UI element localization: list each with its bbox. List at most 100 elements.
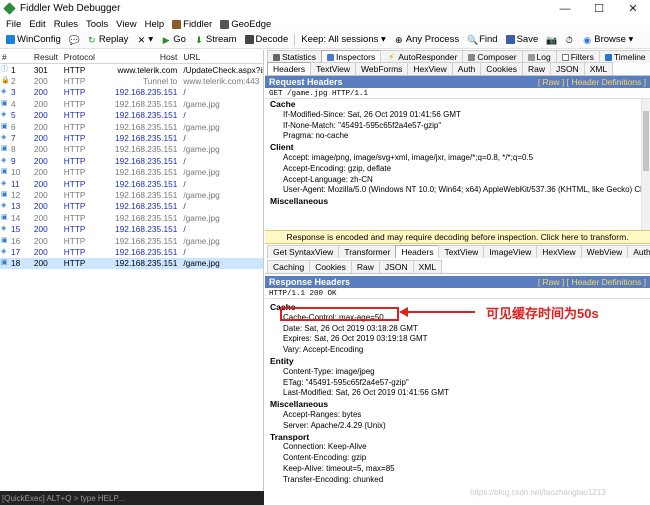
header-line[interactable]: Content-Type: image/jpeg [265,367,650,378]
screenshot-button[interactable]: 📷 [542,35,560,45]
menu-rules[interactable]: Rules [50,19,82,30]
replay-button[interactable]: ↻ Replay [83,34,133,45]
col-number[interactable]: # [0,52,32,62]
response-tab-raw[interactable]: Raw [350,260,380,273]
request-tab-webforms[interactable]: WebForms [355,62,409,75]
col-host[interactable]: Host [106,52,182,62]
request-tab-textview[interactable]: TextView [310,62,356,75]
table-row[interactable]: ▣ 10 200 HTTP 192.168.235.151/game.jpg [0,167,263,178]
request-raw-links[interactable]: [ Raw ] [ Header Definitions ] [538,77,650,87]
header-line[interactable]: Last-Modified: Sat, 26 Oct 2019 01:41:56… [265,388,650,399]
header-group-title[interactable]: Miscellaneous [265,399,650,410]
response-tab-syntaxview[interactable]: Get SyntaxView [267,245,340,258]
any-process-button[interactable]: ⊕ Any Process [390,34,463,45]
stream-button[interactable]: ⬇ Stream [190,34,241,45]
response-tab-auth[interactable]: Auth [627,245,650,258]
response-tab-xml[interactable]: XML [412,260,443,273]
timer-button[interactable]: ⏱ [560,35,578,45]
header-line[interactable]: If-Modified-Since: Sat, 26 Oct 2019 01:4… [265,110,650,121]
decode-notice-bar[interactable]: Response is encoded and may require deco… [265,230,650,244]
menu-geoedge[interactable]: GeoEdge [216,19,275,30]
remove-button[interactable]: ✕ ▾ [132,34,157,45]
menu-fiddler[interactable]: Fiddler [168,19,216,30]
table-row[interactable]: 🔒 2 200 HTTP Tunnel to www.telerik.com:443 [0,75,263,86]
col-protocol[interactable]: Protocol [62,52,106,62]
response-tab-cookies[interactable]: Cookies [309,260,352,273]
response-tab-caching[interactable]: Caching [267,260,311,273]
header-group-title[interactable]: Entity [265,356,650,367]
table-row[interactable]: ◈ 11 200 HTTP 192.168.235.151 / [0,178,263,189]
request-tab-headers[interactable]: Headers [267,62,312,75]
request-tab-raw[interactable]: Raw [522,62,552,75]
header-line[interactable]: Accept: image/png, image/svg+xml, image/… [265,153,650,164]
header-group-title[interactable]: Miscellaneous [265,196,650,207]
header-line[interactable]: Transfer-Encoding: chunked [265,475,650,486]
response-tab-transformer[interactable]: Transformer [338,245,397,258]
response-tab-json[interactable]: JSON [378,260,414,273]
header-line[interactable]: If-None-Match: "45491-595c65f2a4e57-gzip… [265,121,650,132]
menu-tools[interactable]: Tools [82,19,112,30]
decode-button[interactable]: Decode [241,34,293,45]
go-button[interactable]: ▶ Go [157,34,190,45]
header-line[interactable]: Pragma: no-cache [265,131,650,142]
comment-button[interactable]: 💬 [65,35,83,45]
request-tab-auth[interactable]: Auth [451,62,482,75]
minimize-button[interactable]: — [548,0,582,17]
table-row[interactable]: ◈ 15 200 HTTP 192.168.235.151 / [0,223,263,234]
request-tab-json[interactable]: JSON [550,62,585,75]
response-tab-textview[interactable]: TextView [438,245,485,258]
header-line[interactable]: Server: Apache/2.4.29 (Unix) [265,421,650,432]
menu-edit[interactable]: Edit [25,19,49,30]
col-url[interactable]: URL [181,52,263,62]
request-tab-hexview[interactable]: HexView [407,62,453,75]
header-line[interactable]: Date: Sat, 26 Oct 2019 03:18:28 GMT [265,324,650,335]
table-row[interactable]: ▣ 12 200 HTTP 192.168.235.151/game.jpg [0,189,263,200]
winconfig-button[interactable]: WinConfig [2,34,65,45]
header-line[interactable]: Accept-Language: zh-CN [265,175,650,186]
header-line[interactable]: Keep-Alive: timeout=5, max=85 [265,464,650,475]
response-tab-webview[interactable]: WebView [580,245,629,258]
maximize-button[interactable]: ☐ [582,0,616,17]
table-row[interactable]: ▣ 6 200 HTTP 192.168.235.151/game.jpg [0,121,263,132]
header-line[interactable]: Expires: Sat, 26 Oct 2019 03:19:18 GMT [265,334,650,345]
request-tab-xml[interactable]: XML [583,62,614,75]
col-result[interactable]: Result [32,52,62,62]
request-scrollbar[interactable] [641,99,650,240]
find-button[interactable]: 🔍 Find [463,34,501,45]
table-row[interactable]: ◈ 9 200 HTTP 192.168.235.151 / [0,155,263,166]
response-tab-headers[interactable]: Headers [395,245,440,258]
response-tab-hexview[interactable]: HexView [536,245,582,258]
header-line[interactable]: User-Agent: Mozilla/5.0 (Windows NT 10.0… [265,185,650,196]
table-row[interactable]: ▣ 8 200 HTTP 192.168.235.151/game.jpg [0,144,263,155]
request-scroll-thumb[interactable] [643,111,649,171]
menu-view[interactable]: View [112,19,140,30]
menu-help[interactable]: Help [141,19,169,30]
response-raw-links[interactable]: [ Raw ] [ Header Definitions ] [538,277,650,287]
table-row[interactable]: ▣ 18 200 HTTP 192.168.235.151/game.jpg [0,257,263,270]
header-group-title[interactable]: Client [265,142,650,153]
close-button[interactable]: ✕ [616,0,650,17]
table-row[interactable]: ◈ 13 200 HTTP 192.168.235.151 / [0,201,263,212]
table-row[interactable]: ◈ 3 200 HTTP 192.168.235.151 / [0,87,263,98]
header-line[interactable]: Content-Encoding: gzip [265,453,650,464]
quickexec-input[interactable]: [QuickExec] ALT+Q > type HELP... [0,491,264,505]
save-button[interactable]: Save [502,34,543,45]
header-line[interactable]: Vary: Accept-Encoding [265,345,650,356]
header-group-title[interactable]: Transport [265,432,650,443]
menu-file[interactable]: File [2,19,25,30]
request-tab-cookies[interactable]: Cookies [480,62,524,75]
table-row[interactable]: ◈ 7 200 HTTP 192.168.235.151 / [0,132,263,143]
header-line[interactable]: Accept-Encoding: gzip, deflate [265,164,650,175]
header-line[interactable]: Connection: Keep-Alive [265,442,650,453]
header-group-title[interactable]: Cache [265,99,650,110]
header-line[interactable]: ETag: "45491-595c65f2a4e57-gzip" [265,378,650,389]
table-row[interactable]: ◈ 5 200 HTTP 192.168.235.151 / [0,110,263,121]
keep-sessions-dropdown[interactable]: Keep: All sessions ▾ [297,34,390,45]
table-row[interactable]: ▣ 16 200 HTTP 192.168.235.151/game.jpg [0,235,263,246]
table-row[interactable]: ▣ 4 200 HTTP 192.168.235.151/game.jpg [0,98,263,109]
table-row[interactable]: ◈ 17 200 HTTP 192.168.235.151 / [0,246,263,257]
browse-button[interactable]: ◉ Browse ▾ [578,34,637,45]
table-row[interactable]: ▣ 14 200 HTTP 192.168.235.151/game.jpg [0,212,263,223]
response-tab-imageview[interactable]: ImageView [483,245,538,258]
header-line[interactable]: Accept-Ranges: bytes [265,410,650,421]
